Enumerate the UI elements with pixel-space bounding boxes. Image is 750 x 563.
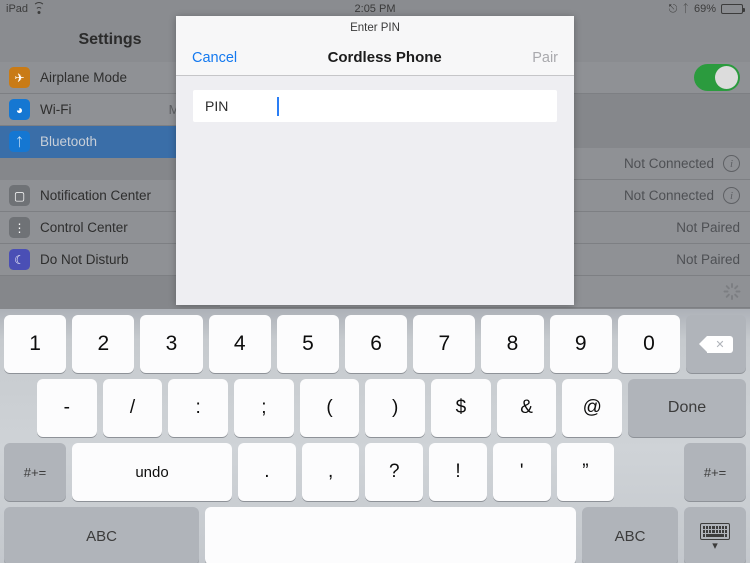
dialog-top-title: Enter PIN [176,16,574,40]
cancel-button[interactable]: Cancel [192,50,237,66]
key-7[interactable]: 7 [413,315,476,373]
device-status: Not Connected [623,156,714,171]
symbols-shift-right-key[interactable]: #+= [684,443,747,501]
key-6[interactable]: 6 [345,315,408,373]
ipad-screen: iPad 2:05 PM ⎋ ᛏ 69% Settings ✈ Airplane… [0,0,750,563]
wifi-icon: ◕ [9,99,30,120]
info-icon[interactable]: i [723,155,740,172]
pair-button[interactable]: Pair [532,50,558,66]
keyboard-row-numbers: 1 2 3 4 5 6 7 8 9 0 ✕ [4,315,747,373]
abc-right-key[interactable]: ABC [582,507,678,563]
loading-spinner [723,283,740,300]
notification-center-icon: ▢ [9,185,30,206]
battery-icon [721,4,745,14]
key-exclamation[interactable]: ! [429,443,487,501]
done-key[interactable]: Done [628,379,747,437]
key-colon[interactable]: : [168,379,229,437]
key-1[interactable]: 1 [4,315,67,373]
hide-keyboard-key[interactable]: ▾ [684,507,746,563]
device-status: Not Connected [623,188,714,203]
backspace-key[interactable]: ✕ [686,315,747,373]
space-key[interactable] [205,507,576,563]
key-paren-open[interactable]: ( [299,379,360,437]
key-4[interactable]: 4 [208,315,271,373]
key-slash[interactable]: / [102,379,163,437]
key-ampersand[interactable]: & [496,379,557,437]
pin-input-row[interactable]: PIN [193,90,557,122]
key-apostrophe[interactable]: ' [492,443,551,501]
control-center-icon: ⋮ [9,217,30,238]
text-cursor [277,96,279,116]
key-3[interactable]: 3 [140,315,203,373]
pin-label: PIN [205,98,229,114]
bluetooth-toggle[interactable] [694,64,740,91]
backspace-icon: ✕ [699,335,734,353]
hide-keyboard-icon [700,522,730,540]
undo-key[interactable]: undo [72,443,232,501]
airplane-icon: ✈ [9,67,30,88]
key-dollar[interactable]: $ [431,379,491,437]
key-comma[interactable]: , [301,443,360,501]
enter-pin-dialog: Enter PIN Cancel Cordless Phone Pair PIN [176,16,574,305]
dialog-title: Cordless Phone [327,49,442,66]
dialog-nav-bar: Cancel Cordless Phone Pair [176,40,574,76]
key-at[interactable]: @ [562,379,623,437]
chevron-down-icon: ▾ [712,539,718,552]
status-bar-time: 2:05 PM [354,3,396,15]
key-paren-close[interactable]: ) [365,379,426,437]
key-2[interactable]: 2 [72,315,135,373]
dialog-body: PIN [176,76,574,122]
key-period[interactable]: . [238,443,296,501]
keyboard-row-symbols: - / : ; ( ) $ & @ Done [4,379,747,437]
key-0[interactable]: 0 [617,315,681,373]
moon-icon: ☾ [9,249,30,270]
key-quote[interactable]: ” [556,443,615,501]
device-status: Not Paired [676,220,740,235]
sidebar-item-label: Wi-Fi [40,102,72,117]
key-8[interactable]: 8 [481,315,544,373]
device-status: Not Paired [676,252,740,267]
symbols-shift-left-key[interactable]: #+= [4,443,66,501]
key-5[interactable]: 5 [276,315,340,373]
key-hyphen[interactable]: - [37,379,97,437]
key-semicolon[interactable]: ; [234,379,294,437]
key-question[interactable]: ? [365,443,424,501]
abc-left-key[interactable]: ABC [4,507,199,563]
onscreen-keyboard: 1 2 3 4 5 6 7 8 9 0 ✕ - / : ; ( ) $ & @ … [0,309,750,563]
bluetooth-icon: ᛏ [9,131,30,152]
keyboard-row-bottom: ABC ABC ▾ [4,507,746,563]
key-9[interactable]: 9 [549,315,612,373]
info-icon[interactable]: i [723,187,740,204]
keyboard-row-punctuation: #+= undo . , ? ! ' ” #+= [4,443,747,501]
